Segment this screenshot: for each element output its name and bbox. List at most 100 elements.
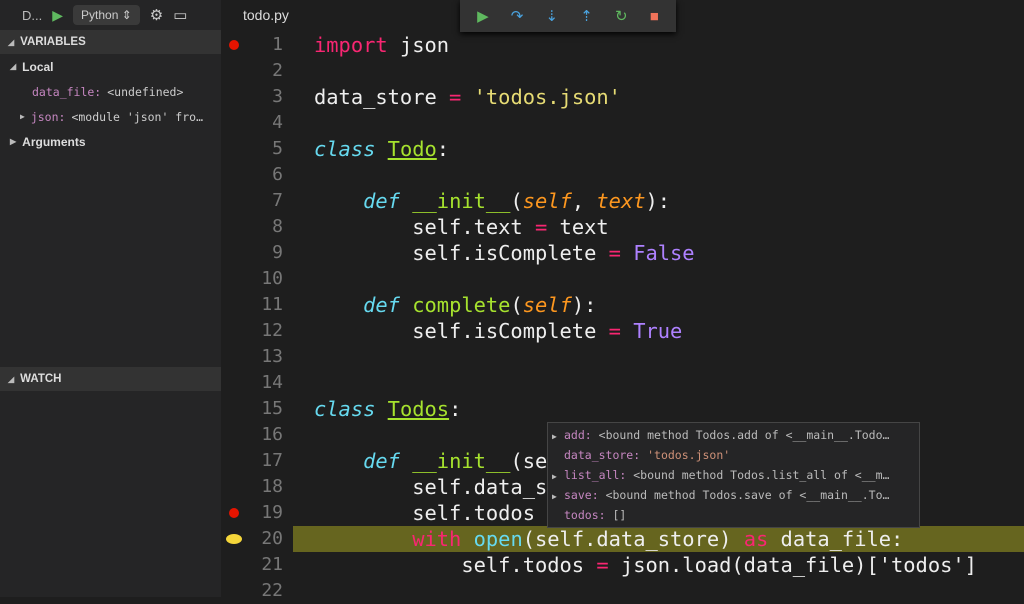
code-text[interactable] — [293, 578, 314, 604]
hover-variable-row[interactable]: data_store: 'todos.json' — [552, 445, 915, 465]
gutter[interactable]: 10 — [221, 266, 293, 292]
step-into-icon[interactable]: ⇣ — [546, 7, 559, 25]
gutter[interactable]: 2 — [221, 58, 293, 84]
code-line[interactable]: 8 self.text = text — [221, 214, 1024, 240]
hover-variable-row[interactable]: ▶ list_all: <bound method Todos.list_all … — [552, 465, 915, 485]
stop-icon[interactable]: ■ — [650, 8, 659, 25]
code-line[interactable]: 21 self.todos = json.load(data_file)['to… — [221, 552, 1024, 578]
gutter[interactable]: 3 — [221, 84, 293, 110]
gutter[interactable]: 21 — [221, 552, 293, 578]
hover-variable-row[interactable]: ▶ add: <bound method Todos.add of <__main… — [552, 425, 915, 445]
debug-toolbar: D... ▶ Python ⇕ ⚙ ▭ — [0, 0, 221, 30]
line-number: 14 — [261, 372, 283, 393]
hover-variable-name: data_store — [564, 448, 634, 462]
code-line[interactable]: 3 data_store = 'todos.json' — [221, 84, 1024, 110]
code-line[interactable]: 20 with open(self.data_store) as data_fi… — [221, 526, 1024, 552]
code-line[interactable]: 2 — [221, 58, 1024, 84]
code-text[interactable] — [293, 110, 314, 136]
variables-section-header[interactable]: ◢ VARIABLES — [0, 30, 221, 54]
step-out-icon[interactable]: ⇡ — [580, 7, 593, 25]
code-line[interactable]: 1 import json — [221, 32, 1024, 58]
gutter[interactable]: 14 — [221, 370, 293, 396]
line-number: 21 — [261, 554, 283, 575]
gutter[interactable]: 6 — [221, 162, 293, 188]
restart-icon[interactable]: ↻ — [615, 7, 628, 25]
gutter[interactable]: 12 — [221, 318, 293, 344]
code-text[interactable] — [293, 162, 314, 188]
gutter[interactable]: 7 — [221, 188, 293, 214]
start-debugging-icon[interactable]: ▶ — [52, 7, 63, 24]
variable-item[interactable]: data_file: <undefined> — [0, 79, 221, 104]
launch-config-select[interactable]: Python ⇕ — [73, 5, 140, 25]
code-text[interactable] — [293, 58, 314, 84]
code-line[interactable]: 4 — [221, 110, 1024, 136]
code-text[interactable]: class Todo: — [293, 136, 449, 162]
gutter[interactable]: 4 — [221, 110, 293, 136]
code-text[interactable]: def complete(self): — [293, 292, 596, 318]
code-line[interactable]: 7 def __init__(self, text): — [221, 188, 1024, 214]
code-line[interactable]: 6 — [221, 162, 1024, 188]
code-line[interactable]: 11 def complete(self): — [221, 292, 1024, 318]
code-text[interactable]: def __init__(se — [293, 448, 547, 474]
breakpoint-icon[interactable] — [229, 40, 239, 50]
gutter[interactable]: 17 — [221, 448, 293, 474]
colon: : — [584, 428, 599, 442]
code-text[interactable]: import json — [293, 32, 449, 58]
gutter[interactable]: 13 — [221, 344, 293, 370]
code-text[interactable]: def __init__(self, text): — [293, 188, 670, 214]
breakpoint-icon[interactable] — [229, 508, 239, 518]
code-token: complete — [412, 293, 511, 317]
gutter[interactable]: 1 — [221, 32, 293, 58]
gutter[interactable]: 19 — [221, 500, 293, 526]
code-text[interactable]: self.todos = json.load(data_file)['todos… — [293, 552, 977, 578]
watch-section-header[interactable]: ◢ WATCH — [0, 367, 221, 391]
code-text[interactable] — [293, 266, 314, 292]
hover-variable-row[interactable]: todos: [] — [552, 505, 915, 525]
code-token: = — [449, 85, 462, 109]
gutter[interactable]: 8 — [221, 214, 293, 240]
code-line[interactable]: 14 — [221, 370, 1024, 396]
code-line[interactable]: 12 self.isComplete = True — [221, 318, 1024, 344]
tab-todo-py[interactable]: todo.py — [243, 7, 289, 23]
code-text[interactable] — [293, 422, 314, 448]
debug-actions-bar: ▶ ↷ ⇣ ⇡ ↻ ■ — [460, 0, 676, 32]
code-token: ): — [645, 189, 671, 213]
variable-item[interactable]: ▶ json: <module 'json' fro… — [0, 104, 221, 129]
code-text[interactable]: self.todos — [293, 500, 535, 526]
scope-label: Arguments — [22, 134, 86, 149]
gutter[interactable]: 22 — [221, 578, 293, 604]
scope-arguments[interactable]: ▶ Arguments — [0, 129, 221, 154]
code-text[interactable]: class Todos: — [293, 396, 461, 422]
debug-console-icon[interactable]: ▭ — [173, 6, 187, 24]
step-over-icon[interactable]: ↷ — [511, 7, 524, 25]
code-line[interactable]: 5 class Todo: — [221, 136, 1024, 162]
gutter[interactable]: 5 — [221, 136, 293, 162]
code-token: ( — [510, 293, 523, 317]
scope-local[interactable]: ◢ Local — [0, 54, 221, 79]
code-text[interactable] — [293, 344, 314, 370]
code-line[interactable]: 15 class Todos: — [221, 396, 1024, 422]
hover-variable-name: todos — [564, 508, 599, 522]
gutter[interactable]: 9 — [221, 240, 293, 266]
line-number: 9 — [272, 242, 283, 263]
code-line[interactable]: 13 — [221, 344, 1024, 370]
code-text[interactable]: data_store = 'todos.json' — [293, 84, 621, 110]
code-text[interactable]: with open(self.data_store) as data_file: — [293, 526, 1024, 552]
code-line[interactable]: 22 — [221, 578, 1024, 604]
continue-icon[interactable]: ▶ — [477, 7, 489, 25]
gutter[interactable]: 11 — [221, 292, 293, 318]
gutter[interactable]: 16 — [221, 422, 293, 448]
code-text[interactable]: self.isComplete = False — [293, 240, 694, 266]
code-text[interactable]: self.text = text — [293, 214, 608, 240]
code-text[interactable]: self.data_s — [293, 474, 547, 500]
gutter[interactable]: 15 — [221, 396, 293, 422]
code-text[interactable] — [293, 370, 314, 396]
code-line[interactable]: 9 self.isComplete = False — [221, 240, 1024, 266]
code-line[interactable]: 10 — [221, 266, 1024, 292]
hover-variable-row[interactable]: ▶ save: <bound method Todos.save of <__ma… — [552, 485, 915, 505]
gutter[interactable]: 18 — [221, 474, 293, 500]
code-text[interactable]: self.isComplete = True — [293, 318, 682, 344]
gutter[interactable]: 20 — [221, 526, 293, 552]
gear-icon[interactable]: ⚙ — [150, 6, 163, 24]
